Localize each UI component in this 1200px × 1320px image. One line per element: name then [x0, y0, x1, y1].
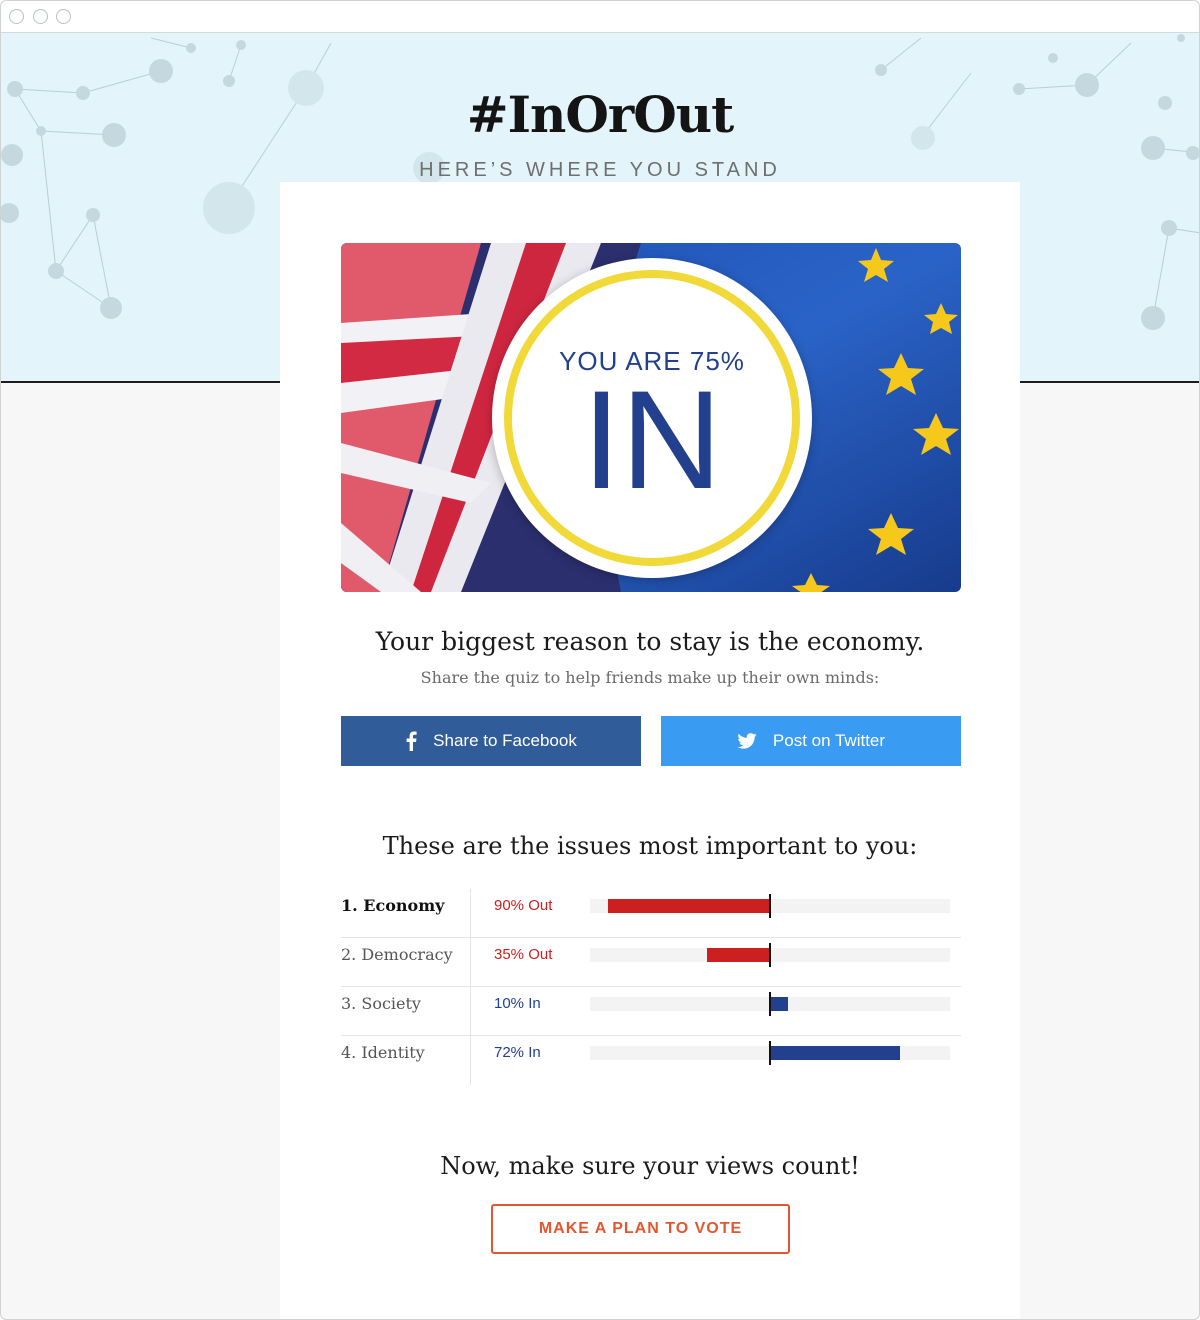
- issue-bar-track: [590, 943, 950, 967]
- issue-bar-center-line: [769, 943, 771, 967]
- issue-row: 3. Society 10% In: [341, 987, 961, 1036]
- window-titlebar: [1, 1, 1199, 33]
- twitter-icon: [737, 733, 757, 749]
- issues-table: 1. Economy 90% Out 2. Democracy 35% Out …: [341, 889, 961, 1085]
- window-minimize-dot[interactable]: [33, 9, 48, 24]
- issue-name: 4. Identity: [341, 1036, 471, 1085]
- issue-value: 35% Out: [494, 946, 553, 963]
- issue-bar-fill: [707, 948, 770, 962]
- issue-name: 3. Society: [341, 987, 471, 1036]
- facebook-icon: [406, 731, 417, 751]
- cta-heading: Now, make sure your views count!: [440, 1152, 860, 1180]
- issue-bar-track: [590, 1041, 950, 1065]
- make-plan-to-vote-button[interactable]: MAKE A PLAN TO VOTE: [491, 1204, 790, 1254]
- window-maximize-dot[interactable]: [56, 9, 71, 24]
- issue-bar-fill: [770, 997, 788, 1011]
- issue-row: 2. Democracy 35% Out: [341, 938, 961, 987]
- issue-row: 1. Economy 90% Out: [341, 889, 961, 938]
- issue-value: 10% In: [494, 995, 541, 1012]
- issue-bar-center-line: [769, 992, 771, 1016]
- issues-heading: These are the issues most important to y…: [382, 832, 918, 860]
- share-twitter-label: Post on Twitter: [772, 731, 886, 750]
- result-banner: YOU ARE 75% IN: [341, 243, 961, 592]
- result-card: YOU ARE 75% IN Your biggest reason to st…: [280, 182, 1020, 1319]
- share-facebook-button[interactable]: Share to Facebook: [341, 716, 641, 766]
- issue-name: 1. Economy: [341, 889, 471, 938]
- share-facebook-label: Share to Facebook: [433, 731, 577, 750]
- browser-window: #InOrOut HERE’S WHERE YOU STAND YOU ARE …: [0, 0, 1200, 1320]
- issue-bar-track: [590, 894, 950, 918]
- issue-value: 72% In: [494, 1044, 541, 1061]
- issue-row: 4. Identity 72% In: [341, 1036, 961, 1085]
- reason-heading: Your biggest reason to stay is the econo…: [375, 627, 925, 656]
- result-badge: YOU ARE 75% IN: [492, 258, 812, 578]
- issue-value: 90% Out: [494, 897, 553, 914]
- issue-bar-center-line: [769, 1041, 771, 1065]
- share-twitter-button[interactable]: Post on Twitter: [661, 716, 961, 766]
- site-title: #InOrOut: [466, 85, 735, 144]
- window-close-dot[interactable]: [9, 9, 24, 24]
- site-subtitle: HERE’S WHERE YOU STAND: [419, 159, 781, 181]
- issue-bar-fill: [770, 1046, 900, 1060]
- result-verdict: IN: [582, 361, 722, 518]
- issue-name: 2. Democracy: [341, 938, 471, 987]
- issue-bar-track: [590, 992, 950, 1016]
- issue-bar-center-line: [769, 894, 771, 918]
- reason-subtext: Share the quiz to help friends make up t…: [420, 668, 880, 687]
- issue-bar-fill: [608, 899, 770, 913]
